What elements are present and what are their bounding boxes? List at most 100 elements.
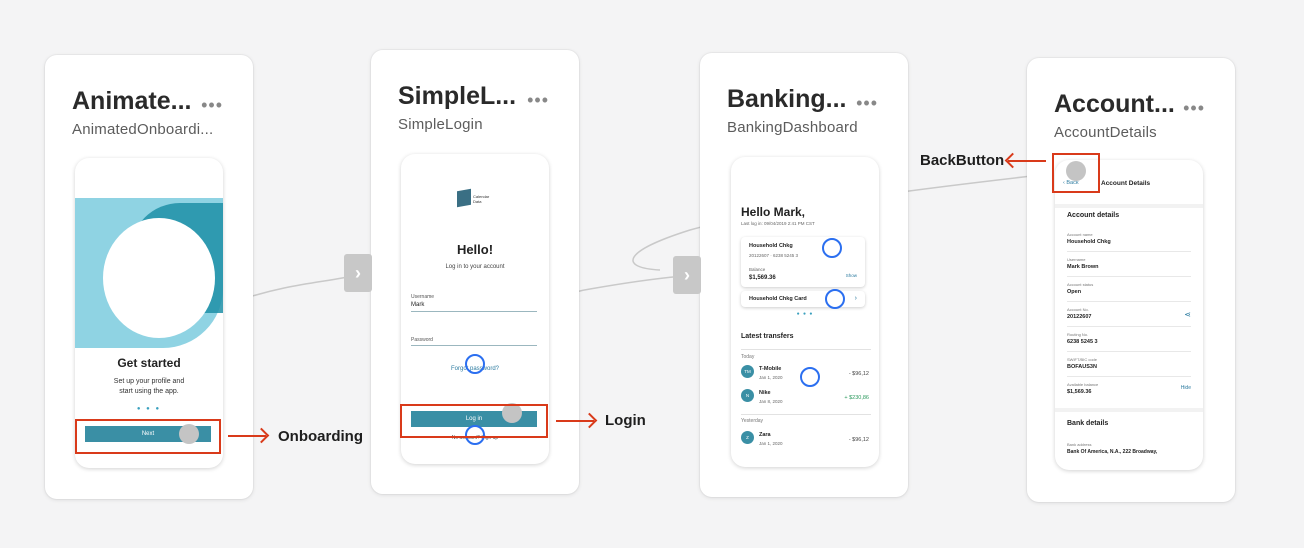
transfer-date: Jan 1, 2020 — [759, 441, 783, 446]
onboarding-text: Set up your profile and start using the … — [113, 378, 185, 395]
screen-title: Account... — [1054, 90, 1175, 118]
phone-preview[interactable]: ‹ Back Account Details Account details A… — [1055, 160, 1203, 470]
field-key: Available balance — [1067, 382, 1099, 387]
login-arrow — [556, 420, 594, 422]
share-icon[interactable]: ⋖ — [1184, 310, 1191, 319]
page-indicator: ● ● ● — [796, 311, 814, 317]
login-subheading: Log in to your account — [445, 264, 505, 270]
chevron-right-icon[interactable]: › — [344, 254, 372, 292]
page-indicator: ● ● ● — [136, 406, 162, 412]
transfers-title: Latest transfers — [741, 333, 794, 340]
field-value: Mark Brown — [1067, 264, 1099, 270]
back-button-label: BackButton — [920, 152, 1005, 169]
login-label: Login — [605, 412, 646, 429]
divider — [1067, 276, 1191, 277]
screen-title: Banking... — [727, 85, 847, 113]
divider — [1067, 376, 1191, 377]
more-options-icon[interactable]: ••• — [856, 93, 878, 114]
divider — [1067, 326, 1191, 327]
screen-card-banking-dashboard[interactable]: Banking... BankingDashboard ••• Hello Ma… — [700, 53, 908, 497]
screen-title: SimpleL... — [398, 82, 517, 110]
back-button-highlight — [1052, 153, 1100, 193]
hotspot-marker[interactable] — [800, 367, 820, 387]
field-key: Account name — [1067, 232, 1093, 237]
divider — [741, 349, 871, 350]
divider — [1067, 251, 1191, 252]
password-field[interactable] — [411, 345, 537, 346]
transfer-amount: - $96,12 — [848, 371, 869, 377]
password-label: Password — [411, 337, 433, 343]
back-button-arrow — [1008, 160, 1046, 162]
login-highlight — [400, 404, 548, 438]
field-key: Bank address — [1067, 442, 1092, 447]
hotspot-marker[interactable] — [822, 238, 842, 258]
onboarding-highlight — [75, 419, 221, 454]
today-label: Today — [741, 354, 755, 360]
field-value: 20122607 — [1067, 314, 1092, 320]
avatar: TM — [741, 365, 754, 378]
transfer-name: Zara — [759, 432, 771, 438]
last-login: Last log in: 09/04/2019 2:41 PM CST — [741, 221, 815, 226]
balance-label: Balance — [749, 267, 766, 272]
transfer-date: Jan 1, 2020 — [759, 375, 783, 380]
show-balance-link[interactable]: Show — [846, 273, 857, 278]
logo-text: Calendar Data — [473, 194, 490, 204]
login-heading: Hello! — [456, 242, 494, 257]
field-value: $1,569.36 — [1067, 389, 1092, 395]
onboarding-label: Onboarding — [278, 428, 363, 445]
screen-subtitle: BankingDashboard — [727, 119, 858, 136]
field-value: 6238 5245 3 — [1067, 339, 1098, 345]
more-options-icon[interactable]: ••• — [1183, 98, 1205, 119]
username-field[interactable]: Mark — [411, 302, 424, 308]
illustration-circle — [103, 218, 215, 338]
more-options-icon[interactable]: ••• — [201, 95, 223, 116]
phone-preview[interactable]: Hello Mark, Last log in: 09/04/2019 2:41… — [731, 157, 879, 467]
avatar: Z — [741, 431, 754, 444]
username-label: Username — [411, 294, 435, 300]
field-value: Open — [1067, 289, 1082, 295]
account-number: 20122607 · 6238 5245 3 — [749, 253, 799, 258]
hide-balance-link[interactable]: Hide — [1181, 385, 1191, 391]
transfer-amount: - $96,12 — [848, 437, 869, 443]
card-name: Household Chkg Card — [749, 296, 807, 302]
hotspot-marker[interactable] — [825, 289, 845, 309]
username-underline — [411, 311, 537, 312]
chevron-right-icon: › — [854, 295, 857, 302]
divider — [741, 414, 871, 415]
greeting: Hello Mark, — [741, 205, 806, 219]
transfer-name: T-Mobile — [759, 366, 782, 372]
divider — [1055, 204, 1203, 208]
screen-subtitle: SimpleLogin — [398, 116, 483, 133]
avatar: N — [741, 389, 754, 402]
field-value: Household Chkg — [1067, 239, 1111, 245]
screen-subtitle: AnimatedOnboardi... — [72, 121, 214, 138]
onboarding-heading: Get started — [117, 356, 181, 370]
hotspot-marker[interactable] — [465, 354, 485, 374]
field-key: SWIFT/BIC code — [1067, 357, 1098, 362]
field-key: Username — [1067, 257, 1086, 262]
transfer-date: Jan 8, 2020 — [759, 399, 783, 404]
divider — [1067, 301, 1191, 302]
bank-details-section-title: Bank details — [1067, 420, 1109, 427]
screen-title: Animate... — [72, 87, 192, 115]
field-value: Bank Of America, N.A., 222 Broadway, — [1067, 449, 1158, 455]
divider — [1067, 351, 1191, 352]
screen-card-account-details[interactable]: Account... AccountDetails ••• ‹ Back Acc… — [1027, 58, 1235, 502]
yesterday-label: Yesterday — [741, 418, 764, 424]
account-card[interactable]: Household Chkg 20122607 · 6238 5245 3 Ba… — [741, 237, 865, 287]
field-value: BOFAUS3N — [1067, 364, 1097, 370]
divider — [1055, 408, 1203, 412]
card-row[interactable]: Household Chkg Card › — [741, 291, 865, 307]
account-details-title: Account Details — [1101, 180, 1151, 187]
chevron-right-icon[interactable]: › — [673, 256, 701, 294]
account-name: Household Chkg — [749, 243, 793, 249]
field-key: Routing No. — [1067, 332, 1089, 337]
transfer-amount: + $230,86 — [844, 395, 869, 401]
field-key: Account status — [1067, 282, 1094, 287]
more-options-icon[interactable]: ••• — [527, 90, 549, 111]
screen-subtitle: AccountDetails — [1054, 124, 1157, 141]
balance-value: $1,569.36 — [749, 275, 776, 281]
field-key: Account No. — [1067, 307, 1089, 312]
transfer-name: Nike — [759, 390, 771, 396]
account-details-section-title: Account details — [1067, 212, 1120, 219]
